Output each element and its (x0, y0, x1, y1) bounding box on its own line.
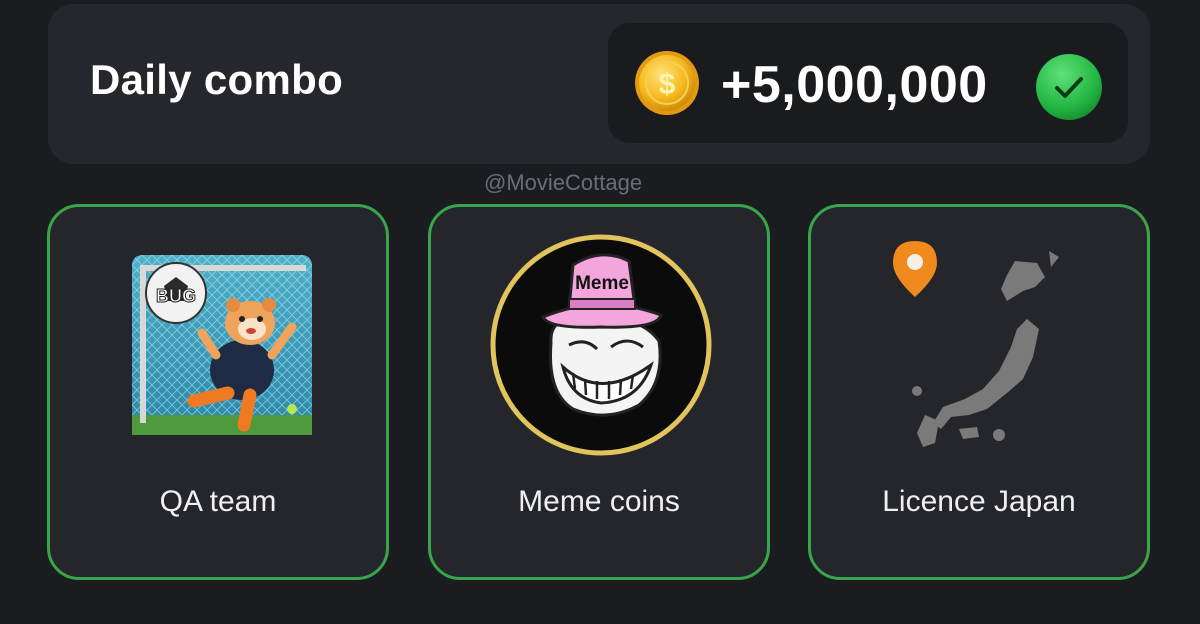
hamster-goalkeeper-image: BUG (132, 255, 312, 435)
reward-pill: $ +5,000,000 (608, 23, 1128, 143)
green-check-icon (1036, 54, 1102, 120)
combo-card-meme-coins[interactable]: Meme Meme coins (428, 204, 770, 580)
combo-card-licence-japan[interactable]: Licence Japan (808, 204, 1150, 580)
card-label-licence-japan: Licence Japan (882, 485, 1076, 518)
card-label-meme-coins: Meme coins (518, 485, 680, 518)
reward-amount: +5,000,000 (721, 56, 988, 114)
svg-text:$: $ (659, 68, 676, 101)
header-title: Daily combo (90, 56, 344, 103)
combo-card-qa-team[interactable]: BUG QA team (47, 204, 389, 580)
card-label-qa-team: QA team (159, 485, 277, 518)
japan-map-image (893, 241, 1059, 447)
meme-hat-text: Meme (575, 273, 629, 294)
troll-face-hat-image: Meme (490, 234, 712, 456)
daily-combo-header: Daily combo $ +5,000,000 (48, 4, 1150, 164)
daily-combo-screen: Daily combo $ +5,000,000 @MovieCottage B… (0, 0, 1200, 624)
bug-badge-text: BUG (156, 286, 196, 306)
watermark-text: @MovieCottage (484, 170, 643, 195)
gold-coin-icon: $ (635, 51, 699, 115)
